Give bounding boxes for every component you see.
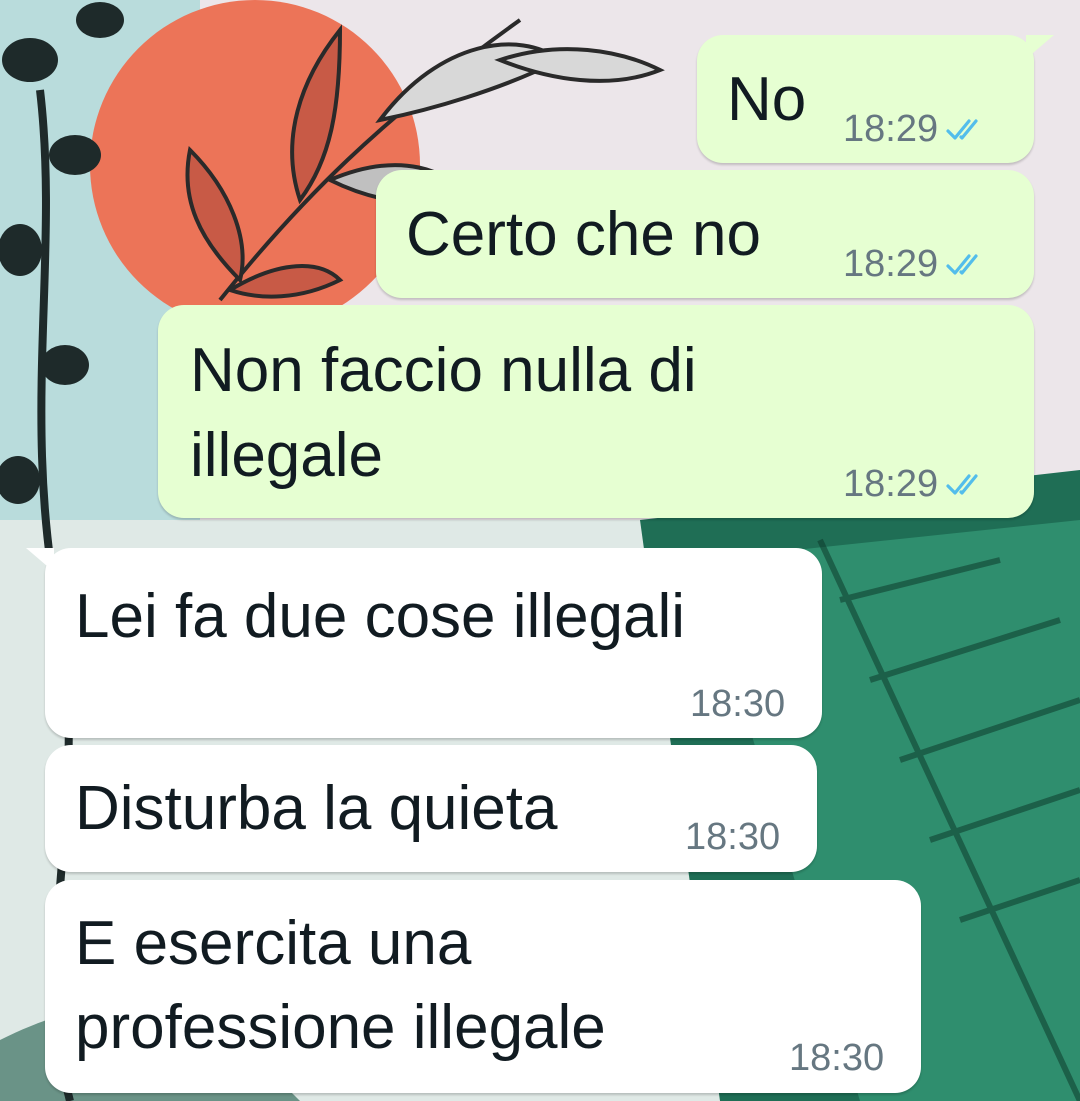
message-text-line-1: Non faccio nulla di [190,336,697,405]
message-text: Lei fa due cose illegali [75,582,686,651]
incoming-bubble-tail [26,548,54,572]
message-timestamp: 18:29 [843,243,939,285]
message-meta: 18:30 [789,1038,884,1078]
message-meta: 18:30 [690,684,785,724]
double-check-icon [946,254,978,275]
message-meta: 18:29 [843,244,986,284]
message-text-line-2: illegale [190,421,384,490]
outgoing-message-3[interactable]: Non faccio nulla di illegale 18:29 [158,305,1034,518]
incoming-message-3[interactable]: E esercita una professione illegale 18:3… [45,880,921,1093]
message-meta: 18:29 [843,109,986,149]
outgoing-bubble-tail [1026,35,1054,59]
message-timestamp: 18:30 [685,816,781,858]
double-check-icon [946,119,978,140]
message-text: Certo che no [406,200,761,269]
message-meta: 18:29 [843,464,986,504]
incoming-message-1[interactable]: Lei fa due cose illegali 18:30 [45,548,822,738]
message-timestamp: 18:29 [843,463,939,505]
message-text-line-2: professione illegale [75,993,606,1062]
incoming-message-2[interactable]: Disturba la quieta 18:30 [45,745,817,872]
message-text-line-1: E esercita una [75,909,472,978]
message-text: No [727,65,807,134]
double-check-icon [946,474,978,495]
outgoing-message-2[interactable]: Certo che no 18:29 [376,170,1034,298]
message-text: Disturba la quieta [75,774,558,843]
message-meta: 18:30 [685,817,780,857]
message-timestamp: 18:30 [789,1037,885,1079]
message-timestamp: 18:29 [843,108,939,150]
message-timestamp: 18:30 [690,683,786,725]
outgoing-message-1[interactable]: No 18:29 [697,35,1034,163]
